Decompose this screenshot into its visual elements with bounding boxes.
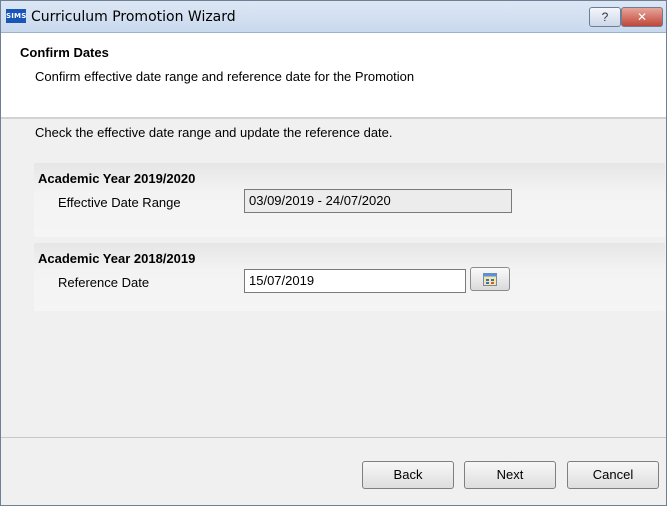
reference-date-input[interactable]: 15/07/2019 xyxy=(244,269,466,293)
step-description: Confirm effective date range and referen… xyxy=(35,69,415,84)
help-icon: ? xyxy=(601,10,609,24)
sims-app-icon: SIMS xyxy=(6,9,26,23)
close-icon: ✕ xyxy=(636,10,648,24)
effective-date-range-field: 03/09/2019 - 24/07/2020 xyxy=(244,189,512,213)
group-title: Academic Year 2019/2020 xyxy=(38,171,196,186)
wizard-window: SIMS Curriculum Promotion Wizard ? ✕ Con… xyxy=(0,0,667,506)
group-title: Academic Year 2018/2019 xyxy=(38,251,196,266)
academic-year-current-group: Academic Year 2019/2020 Effective Date R… xyxy=(34,163,665,237)
help-button[interactable]: ? xyxy=(589,7,621,27)
close-button[interactable]: ✕ xyxy=(621,7,663,27)
academic-year-previous-group: Academic Year 2018/2019 Reference Date 1… xyxy=(34,243,665,311)
date-picker-button[interactable] xyxy=(470,267,510,291)
back-button[interactable]: Back xyxy=(362,461,454,489)
step-title: Confirm Dates xyxy=(20,45,109,60)
wizard-content: Check the effective date range and updat… xyxy=(1,119,666,409)
wizard-footer: Back Next Cancel xyxy=(1,438,666,505)
wizard-header: Confirm Dates Confirm effective date ran… xyxy=(1,33,666,118)
window-title: Curriculum Promotion Wizard xyxy=(31,9,236,25)
next-button[interactable]: Next xyxy=(464,461,556,489)
title-bar[interactable]: SIMS Curriculum Promotion Wizard ? ✕ xyxy=(1,1,666,33)
calendar-icon xyxy=(483,273,497,286)
reference-date-label: Reference Date xyxy=(58,275,150,290)
effective-date-range-label: Effective Date Range xyxy=(58,195,181,210)
cancel-button[interactable]: Cancel xyxy=(567,461,659,489)
instructions-text: Check the effective date range and updat… xyxy=(35,125,393,140)
